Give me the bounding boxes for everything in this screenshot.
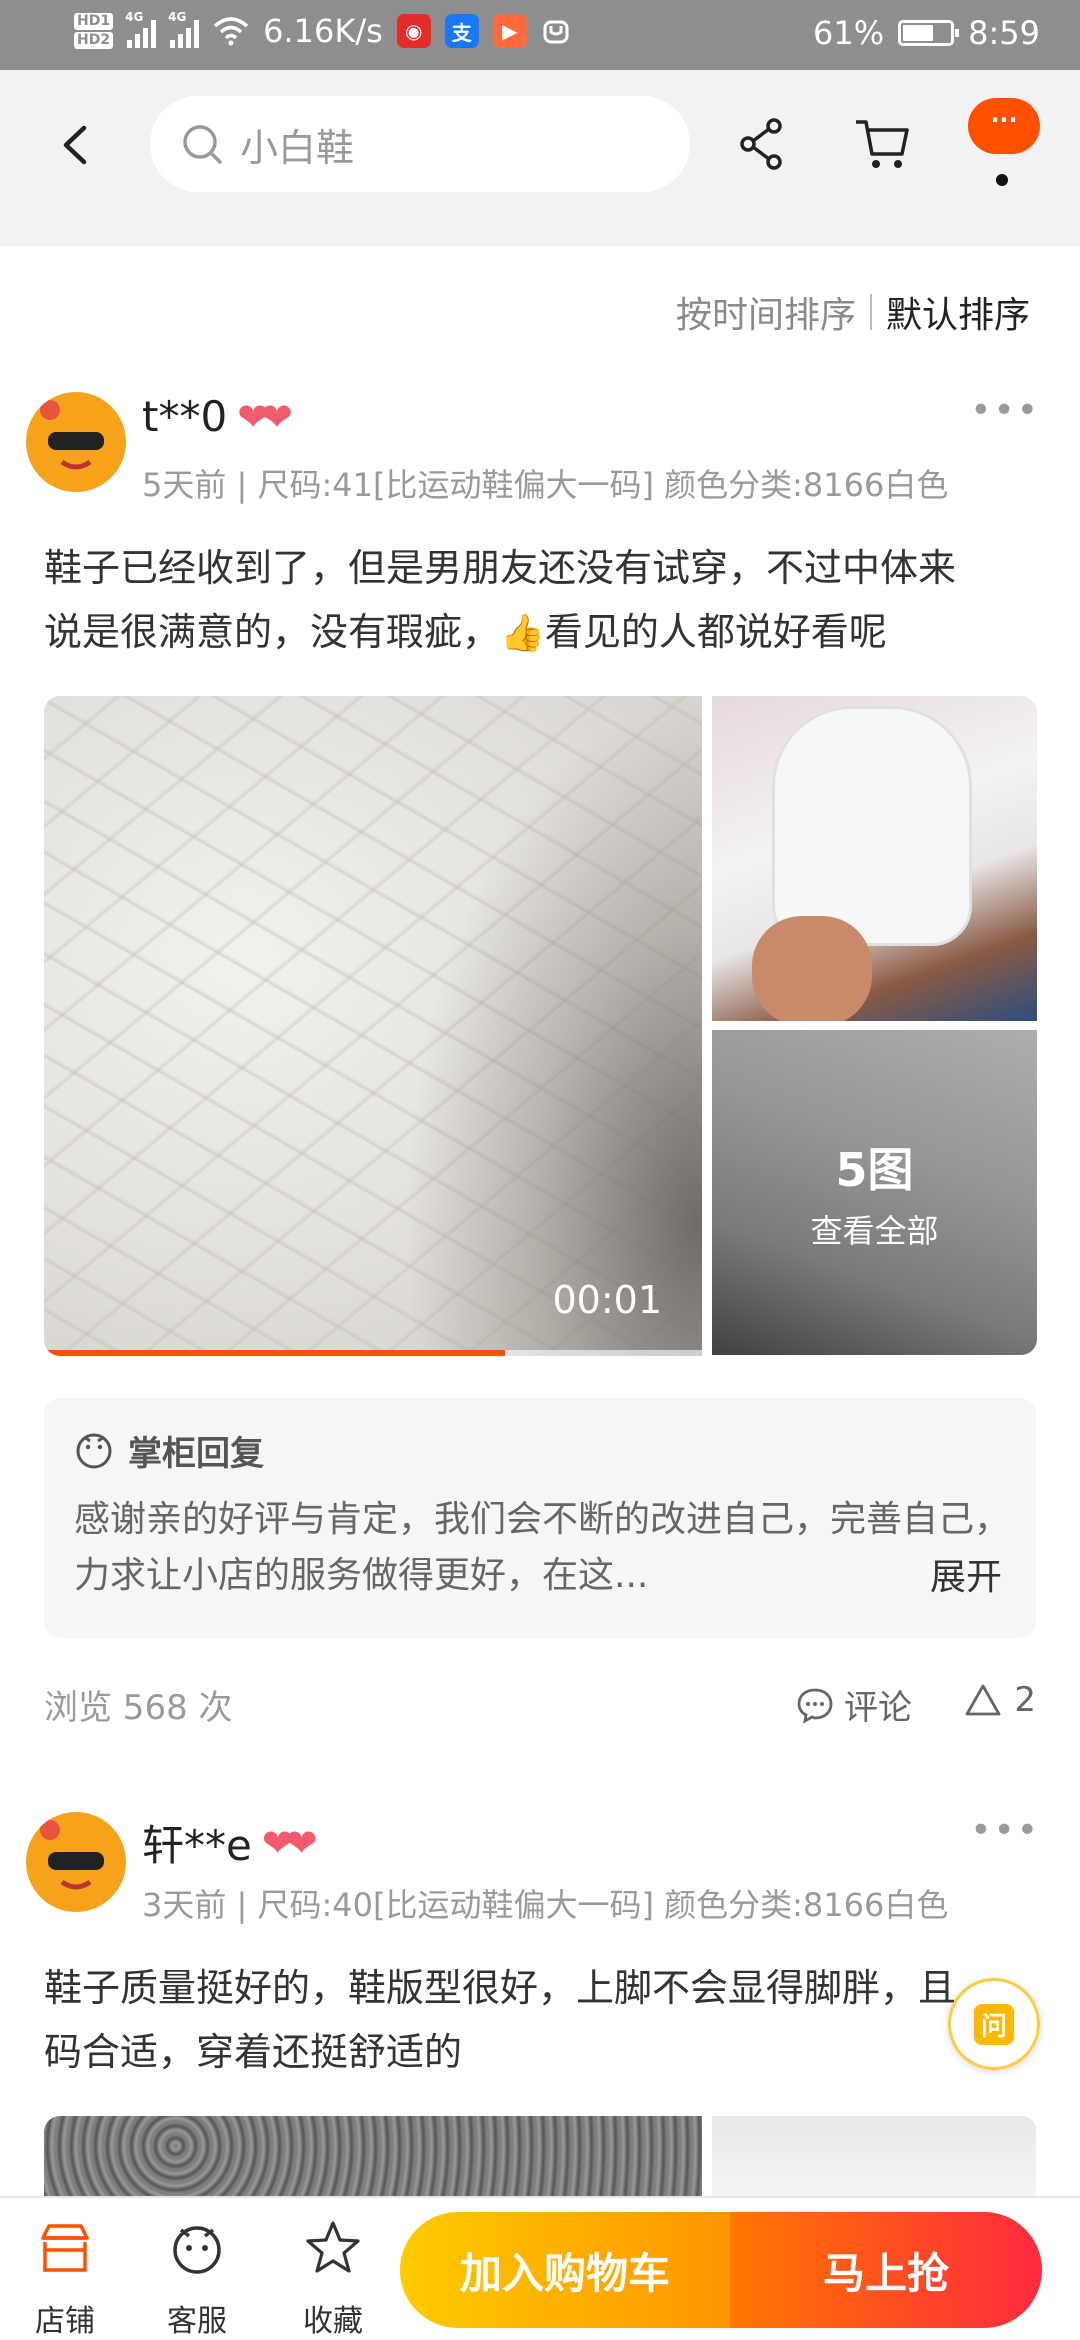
cart-icon[interactable] [852,114,912,174]
star-icon [306,2221,360,2273]
service-button[interactable]: 客服 [142,2218,252,2340]
top-nav: 小白鞋 ··· [0,70,1080,220]
avatar-mask-icon [36,400,116,487]
hd1-label: HD1 [74,13,114,30]
heart-rank-icon: ❤❤ [261,1820,318,1865]
review-meta: 5天前 | 尺码:41[比运动鞋偏大一码] 颜色分类:8166白色 [142,466,949,504]
avatar-mask-icon [36,1820,116,1907]
signal-icon: 4G [125,10,157,48]
username: t**0 [142,392,228,441]
view-all-label: 查看全部 [810,1211,939,1250]
share-icon[interactable] [732,114,792,174]
section-gap [0,220,1080,246]
video-progress-fill [44,1350,505,1356]
review-username-row: 轩**e ❤❤ [142,1812,318,1873]
ask-button[interactable]: 问 [948,1978,1040,2070]
status-bar: HD1 HD2 4G 4G 6.16K/s ◉ 支 ▶ 61% 8:59 [0,0,1080,70]
favorite-button[interactable]: 收藏 [278,2218,388,2340]
sort-divider [869,294,872,330]
favorite-label: 收藏 [303,2304,363,2339]
buy-now-button[interactable]: 马上抢 [730,2212,1042,2328]
hd-indicator: HD1 HD2 [74,12,114,50]
store-button[interactable]: 店铺 [10,2218,120,2340]
review-text-line: 鞋子已经收到了，但是男朋友还没有试穿，不过中体来 [44,546,957,590]
battery-icon [898,20,960,46]
clock: 8:59 [968,14,1040,52]
review-image-more[interactable]: 5图 查看全部 [712,1030,1037,1355]
review-meta: 3天前 | 尺码:40[比运动鞋偏大一码] 颜色分类:8166白色 [142,1886,949,1924]
hand-image [752,916,872,1021]
store-label: 店铺 [35,2304,95,2339]
shoe-image [772,706,972,946]
search-box[interactable]: 小白鞋 [150,96,690,192]
comment-label: 评论 [844,1688,912,1728]
message-button[interactable]: ··· [968,98,1040,154]
more-options-icon[interactable]: ••• [970,1810,1040,1851]
reply-title: 掌柜回复 [128,1434,264,1474]
network-speed: 6.16K/s [263,12,383,50]
review-username-row: t**0 ❤❤ [142,392,293,441]
video-timecode: 00:01 [552,1278,662,1322]
service-icon [173,2226,221,2274]
review-text-line: 鞋子质量挺好的，鞋版型很好，上脚不会显得脚胖，且 [44,1966,957,2010]
view-count: 浏览 568 次 [44,1688,233,1728]
comment-button[interactable]: 评论 [796,1680,912,1729]
review-text-part: 说是很满意的，没有瑕疵， [44,610,501,654]
add-to-cart-button[interactable]: 加入购物车 [400,2212,730,2328]
username: 轩**e [142,1821,252,1870]
shop-owner-icon [76,1433,112,1468]
reply-text: 感谢亲的好评与肯定，我们会不断的改进自己，完善自己，力求让小店的服务做得更好，在… [74,1499,1011,1596]
search-icon [183,125,222,164]
image-shadow [402,696,702,1356]
seller-reply: 掌柜回复 感谢亲的好评与肯定，我们会不断的改进自己，完善自己，力求让小店的服务做… [44,1398,1036,1638]
review-separator [0,1770,1080,1792]
image-count: 5图 [835,1142,914,1197]
like-button[interactable]: 2 [964,1680,1036,1720]
back-arrow-icon[interactable] [52,120,102,170]
notification-app-icon [543,20,569,44]
more-options-icon[interactable]: ••• [970,390,1040,431]
comment-icon [797,1688,833,1724]
battery-percent: 61% [813,14,885,52]
review-text-line: 码合适，穿着还挺舒适的 [44,2030,463,2074]
like-triangle-icon [965,1684,1001,1716]
reply-header: 掌柜回复 [74,1426,264,1475]
search-text: 小白鞋 [240,125,355,170]
like-count: 2 [1014,1680,1036,1720]
video-app-icon: ▶ [492,14,527,48]
review-image[interactable] [712,696,1037,1021]
sort-default[interactable]: 默认排序 [886,286,1030,338]
signal-type-label: 4G [125,10,144,24]
review-text: 鞋子质量挺好的，鞋版型很好，上脚不会显得脚胖，且 码合适，穿着还挺舒适的 [44,1956,1024,2084]
ask-label: 问 [973,2003,1014,2045]
sort-bar: 按时间排序 默认排序 [676,286,1030,338]
alipay-icon: 支 [444,14,479,48]
review-video[interactable]: 00:01 [44,696,702,1356]
review-text: 鞋子已经收到了，但是男朋友还没有试穿，不过中体来 说是很满意的，没有瑕疵，👍看见… [44,536,1024,666]
thumbs-up-icon: 👍 [500,613,545,654]
video-progress-bar[interactable] [44,1350,702,1356]
service-label: 客服 [167,2304,227,2339]
avatar[interactable] [26,392,126,492]
store-icon [41,2224,89,2272]
review-text-line: 说是很满意的，没有瑕疵，👍看见的人都说好看呢 [44,600,1024,666]
signal-icon-2: 4G [168,10,200,48]
heart-rank-icon: ❤❤ [237,394,293,439]
bottom-bar: 店铺 客服 收藏 加入购物车 马上抢 [0,2196,1080,2340]
image-overlay: 5图 查看全部 [712,1030,1037,1355]
avatar[interactable] [26,1812,126,1912]
hd2-label: HD2 [74,32,114,49]
netease-music-icon: ◉ [396,14,431,48]
signal-type-label-2: 4G [168,10,187,24]
review-text-part: 看见的人都说好看呢 [544,610,887,654]
sort-by-time[interactable]: 按时间排序 [676,286,856,338]
expand-button[interactable]: 展开 [930,1548,1002,1600]
message-dot [996,174,1008,186]
wifi-icon [213,17,249,46]
